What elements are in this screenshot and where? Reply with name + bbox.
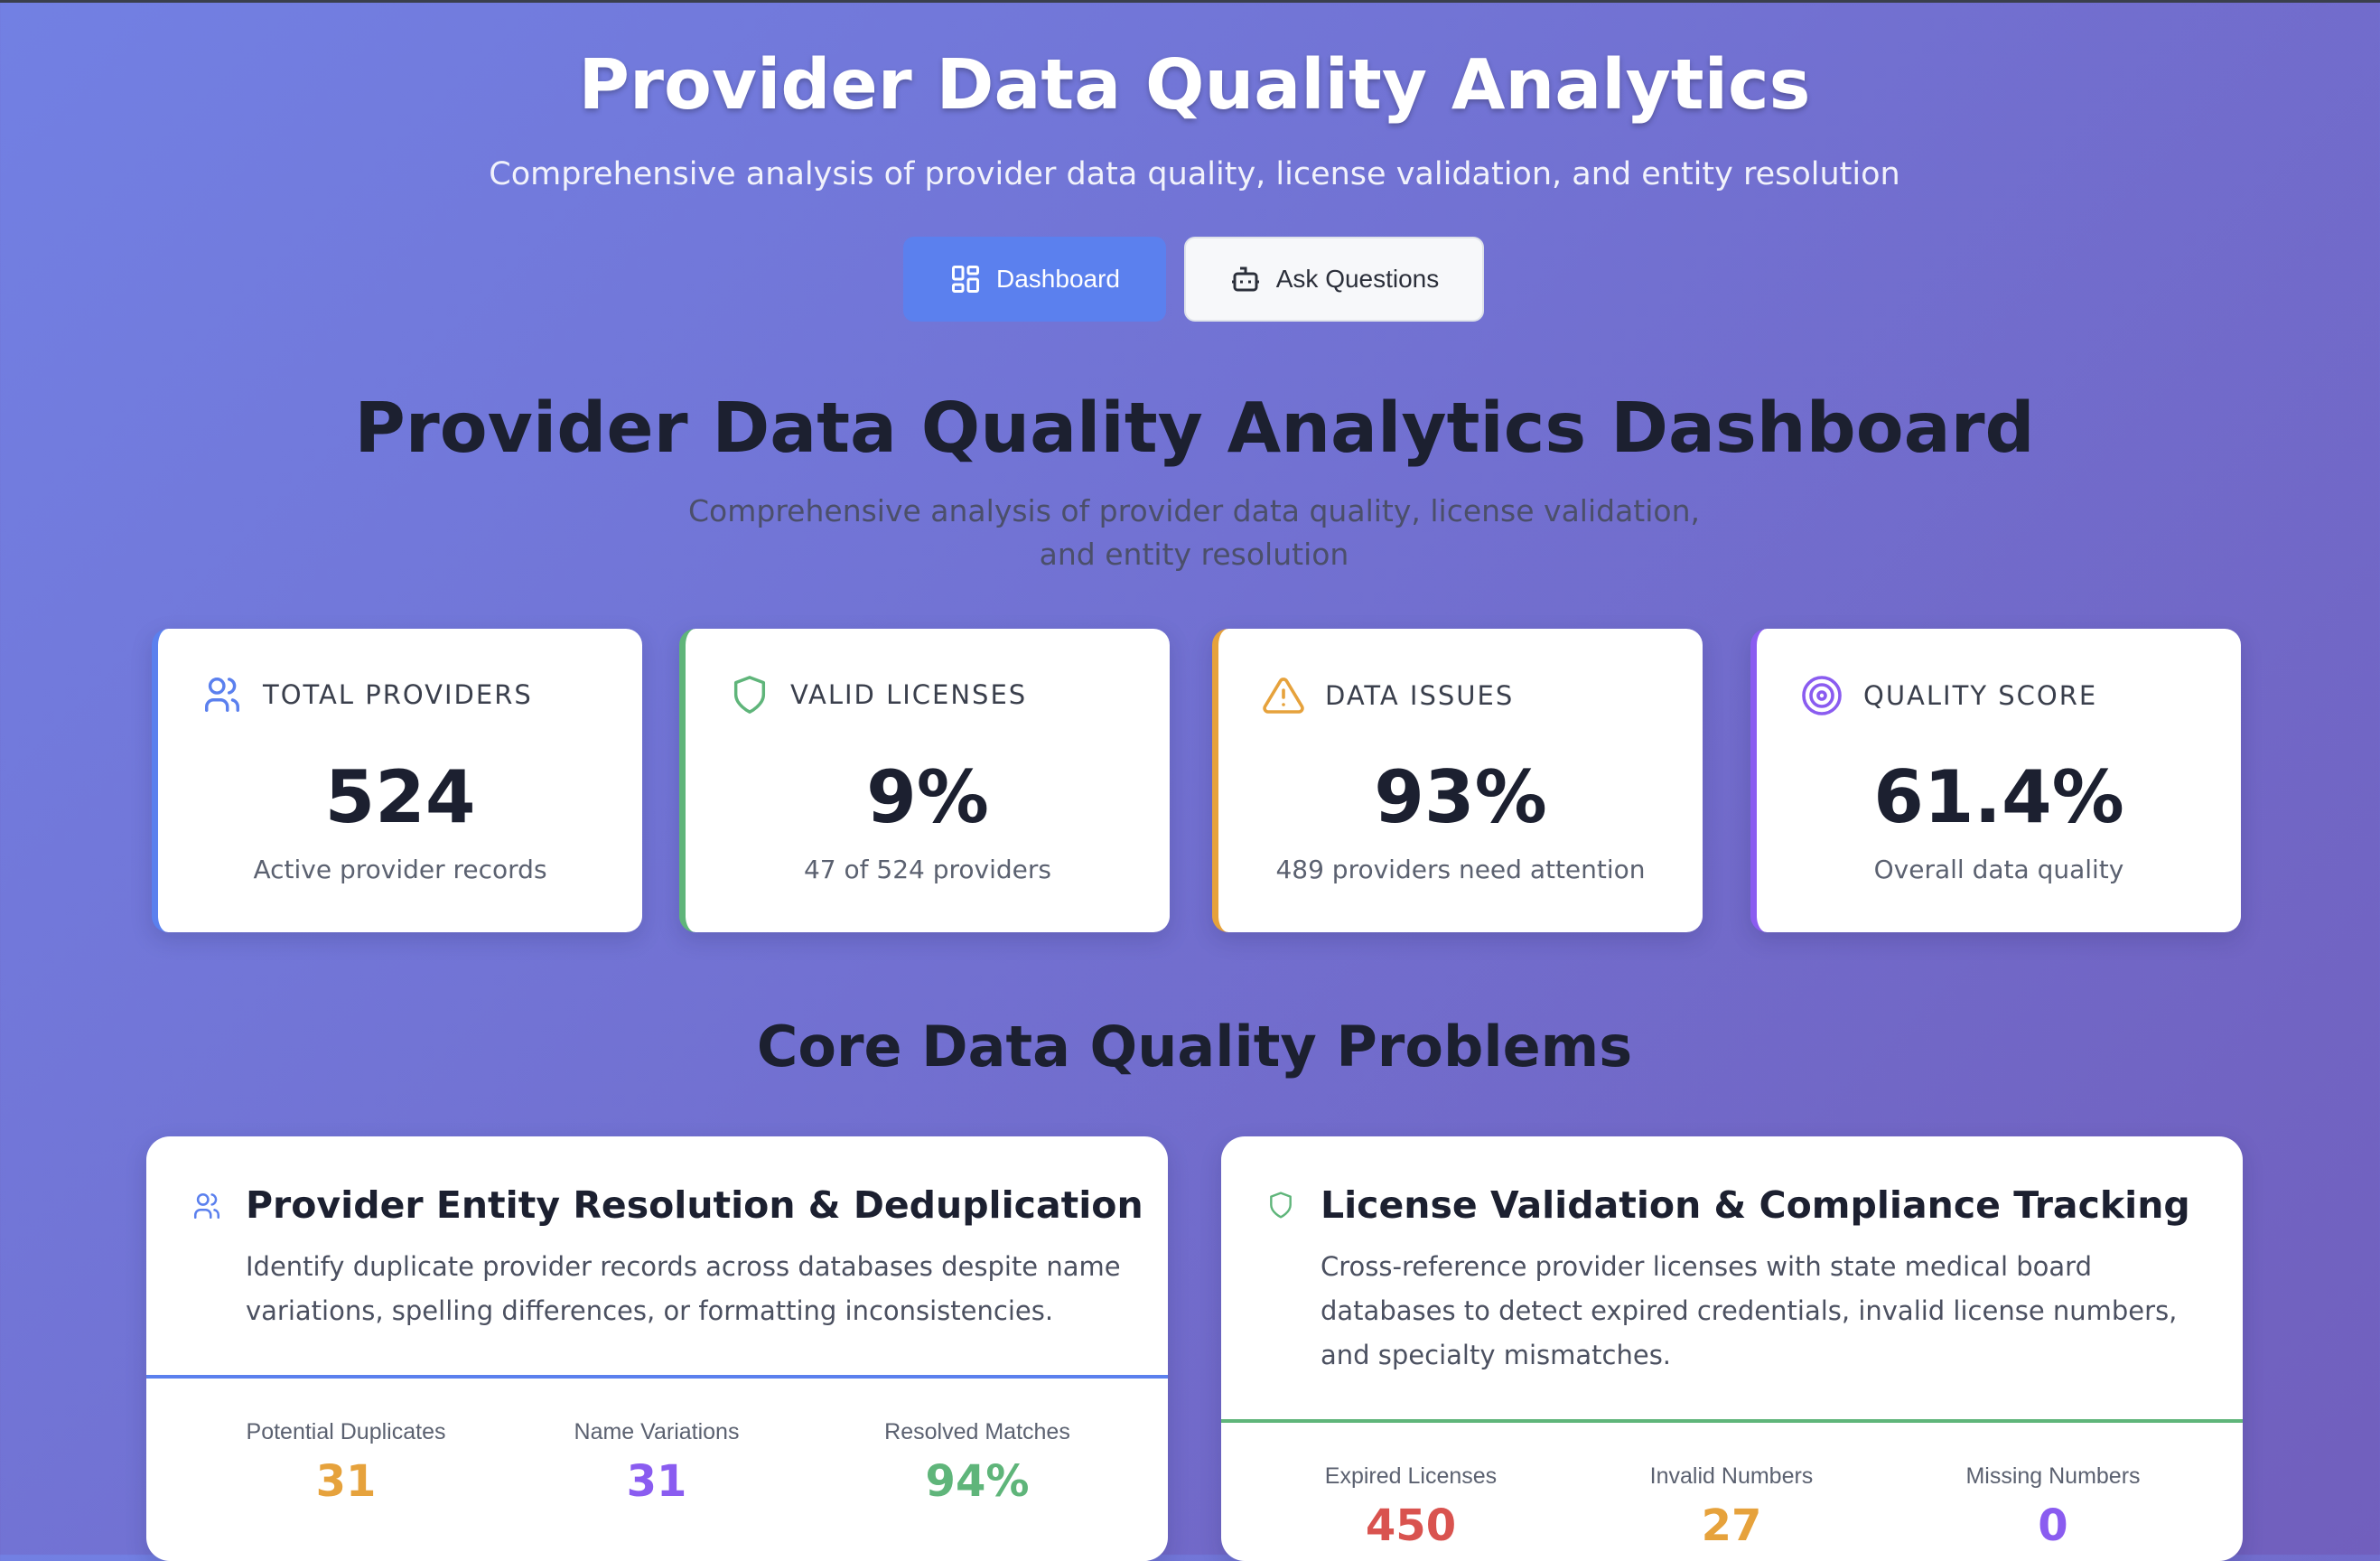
problem-description: Identify duplicate provider records acro… [246, 1251, 1121, 1326]
users-icon [205, 678, 239, 712]
bot-icon [1231, 266, 1259, 292]
metric-label: Expired Licenses [1324, 1463, 1498, 1489]
stat-label: QUALITY SCORE [1863, 680, 2098, 711]
stat-card-quality-score: QUALITY SCORE 61.4% Overall data quality [1750, 629, 2241, 932]
shield-icon [1270, 1192, 1292, 1219]
metric-value: 450 [1365, 1500, 1457, 1551]
warning-icon [1263, 678, 1304, 714]
problem-card-license-validation: License Validation & Compliance Tracking… [1221, 1136, 2243, 1561]
stat-value: 524 [324, 755, 476, 839]
metric-missing-numbers: Missing Numbers 0 [1918, 1463, 2189, 1551]
stat-label: TOTAL PROVIDERS [263, 679, 533, 710]
metric-invalid-numbers: Invalid Numbers 27 [1596, 1463, 1867, 1551]
users-icon [193, 1192, 220, 1220]
dashboard-grid-icon [952, 266, 979, 293]
stat-subtext: 47 of 524 providers [803, 855, 1051, 884]
stat-label: VALID LICENSES [790, 679, 1028, 710]
app-title: Provider Data Quality Analytics [578, 45, 1811, 126]
metric-value: 94% [925, 1456, 1030, 1507]
shield-icon [733, 676, 766, 714]
metric-label: Name Variations [574, 1419, 740, 1444]
stat-value: 9% [866, 755, 989, 839]
dashboard-tab-button[interactable]: Dashboard [903, 237, 1166, 322]
section-title: Core Data Quality Problems [756, 1014, 1633, 1080]
stat-value: 93% [1374, 755, 1547, 839]
stat-value: 61.4% [1873, 755, 2124, 839]
metric-value: 27 [1701, 1500, 1762, 1551]
card-divider [146, 1375, 1168, 1379]
stat-label: DATA ISSUES [1325, 680, 1515, 711]
problem-title: License Validation & Compliance Tracking [1321, 1183, 2190, 1227]
metric-label: Invalid Numbers [1649, 1463, 1814, 1489]
metric-value: 0 [2038, 1500, 2068, 1551]
problem-title: Provider Entity Resolution & Deduplicati… [246, 1183, 1143, 1227]
metric-label: Missing Numbers [1965, 1463, 2141, 1489]
metric-expired-licenses: Expired Licenses 450 [1275, 1463, 1546, 1551]
metric-value: 31 [626, 1456, 687, 1507]
stat-card-valid-licenses: VALID LICENSES 9% 47 of 524 providers [679, 629, 1170, 932]
stat-card-data-issues: DATA ISSUES 93% 489 providers need atten… [1212, 629, 1703, 932]
metric-label: Resolved Matches [884, 1419, 1070, 1444]
target-icon [1802, 676, 1842, 715]
card-divider [1221, 1419, 2243, 1423]
dashboard-tab-label: Dashboard [996, 265, 1120, 293]
metric-potential-duplicates: Potential Duplicates 31 [210, 1419, 481, 1507]
ask-questions-tab-button[interactable]: Ask Questions [1184, 237, 1484, 322]
page-description: Comprehensive analysis of provider data … [688, 493, 1701, 572]
problem-card-entity-resolution: Provider Entity Resolution & Deduplicati… [146, 1136, 1168, 1561]
app-subtitle: Comprehensive analysis of provider data … [489, 156, 1900, 192]
ask-questions-tab-label: Ask Questions [1275, 265, 1440, 293]
stat-subtext: Overall data quality [1873, 855, 2124, 884]
metric-name-variations: Name Variations 31 [521, 1419, 792, 1507]
metric-value: 31 [315, 1456, 377, 1507]
metric-resolved-matches: Resolved Matches 94% [842, 1419, 1113, 1507]
metric-label: Potential Duplicates [246, 1419, 446, 1444]
page-heading: Provider Data Quality Analytics Dashboar… [354, 388, 2035, 469]
problem-description: Cross-reference provider licenses with s… [1321, 1251, 2178, 1370]
window-top-border [0, 0, 2380, 3]
stat-subtext: Active provider records [253, 855, 547, 884]
stat-subtext: 489 providers need attention [1275, 855, 1646, 884]
stat-card-total-providers: TOTAL PROVIDERS 524 Active provider reco… [152, 629, 642, 932]
